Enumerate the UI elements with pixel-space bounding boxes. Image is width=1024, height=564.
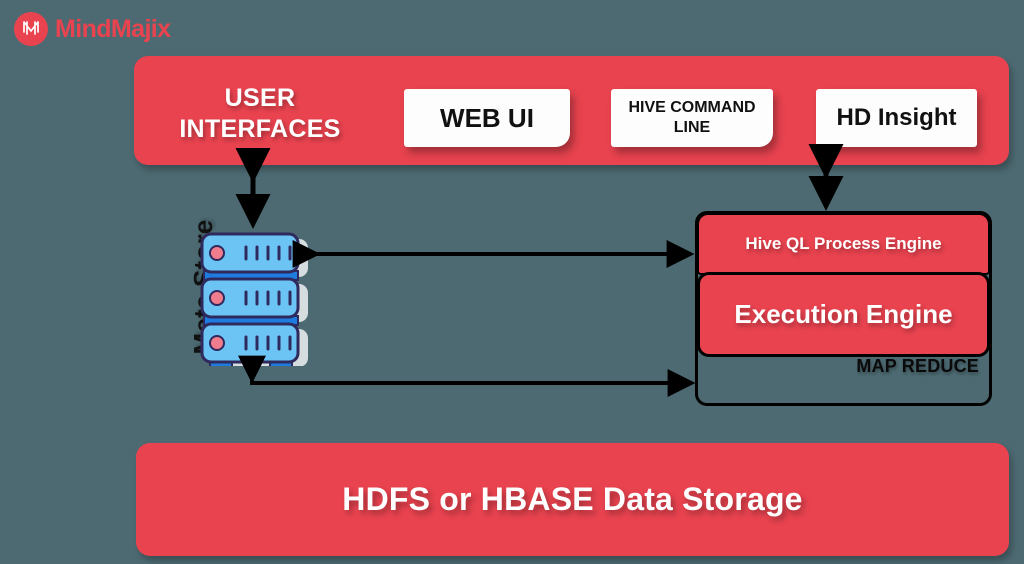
map-reduce-label: MAP REDUCE [856, 356, 979, 376]
hive-ql-process-engine-box[interactable]: Hive QL Process Engine [697, 213, 990, 275]
brand-name: MindMajix [55, 14, 171, 43]
mindmajix-m-monogram-icon [14, 12, 48, 46]
server-stack-icon [196, 231, 311, 368]
data-storage-panel: HDFS or HBASE Data Storage [136, 443, 1009, 556]
user-interfaces-title-line2: INTERFACES [179, 114, 341, 143]
card-hive-command-line-line2: LINE [673, 119, 711, 136]
data-storage-label: HDFS or HBASE Data Storage [342, 481, 803, 517]
user-interfaces-title: USER INTERFACES [170, 83, 350, 144]
execution-engine-box[interactable]: Execution Engine [697, 272, 990, 357]
card-web-ui[interactable]: WEB UI [404, 89, 570, 147]
hive-ql-process-engine-label: Hive QL Process Engine [745, 234, 942, 253]
card-hd-insight-label: HD Insight [836, 104, 957, 131]
brand-logo: MindMajix [14, 12, 171, 46]
card-hive-command-line-label: HIVE COMMAND LINE [628, 98, 755, 138]
card-hd-insight[interactable]: HD Insight [816, 89, 977, 147]
card-web-ui-label: WEB UI [440, 102, 534, 133]
user-interfaces-title-line1: USER [224, 84, 296, 112]
arrow-mapreduce-to-metastore [238, 355, 696, 397]
card-hive-command-line-line1: HIVE COMMAND [628, 99, 756, 116]
execution-engine-label: Execution Engine [734, 299, 953, 329]
card-hive-command-line[interactable]: HIVE COMMAND LINE [611, 89, 773, 147]
